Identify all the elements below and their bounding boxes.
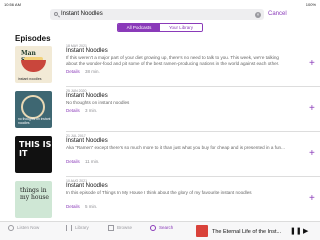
episode-description: If this weren't a major part of your die… [66, 55, 280, 66]
skip-forward-icon[interactable]: ▶ [303, 227, 308, 235]
ring-shape [21, 95, 45, 119]
artwork-text: no thoughts on instant noodles [18, 117, 51, 125]
tab-browse[interactable]: Browse [108, 225, 132, 231]
tab-bar: Listen Now Library Browse Search The Ete… [0, 221, 320, 240]
tab-search[interactable]: Search [150, 225, 173, 231]
battery-indicator: 100% [305, 2, 316, 7]
tab-label: Browse [117, 225, 133, 231]
scope-all-podcasts[interactable]: All Podcasts [118, 24, 160, 31]
episode-duration: 11 min. [85, 159, 100, 164]
episode-row[interactable]: THIS IS IT 21 JUL 2017 Instant Noodles A… [15, 132, 320, 177]
tab-label: Listen Now [17, 225, 40, 231]
artwork-text: THIS IS IT [19, 140, 52, 158]
episode-title: Instant Noodles [66, 48, 108, 54]
episode-artwork: THIS IS IT [15, 136, 52, 173]
episode-artwork: Man Seen instant noodles [15, 46, 52, 83]
add-episode-button[interactable]: + [309, 193, 315, 204]
now-playing-artwork[interactable] [196, 225, 208, 237]
episode-details-link[interactable]: Details [66, 108, 80, 113]
episode-details-link[interactable]: Details [66, 159, 80, 164]
add-episode-button[interactable]: + [309, 148, 315, 159]
add-episode-button[interactable]: + [309, 103, 315, 114]
episode-description: No thoughts on instant noodles [66, 100, 130, 105]
episode-title: Instant Noodles [66, 183, 108, 189]
search-icon [54, 12, 58, 16]
status-bar: 10:56 AM 100% [0, 0, 320, 9]
episode-row[interactable]: no thoughts on instant noodles 25 JUN 20… [15, 87, 320, 132]
grid-icon [108, 225, 114, 231]
episode-row[interactable]: things in my house 10 AUG 2021 Instant N… [15, 177, 320, 222]
episode-title: Instant Noodles [66, 93, 108, 99]
episode-duration: 38 min. [85, 69, 100, 74]
episode-description: Aka "Ramen" except there's so much more … [66, 145, 285, 150]
artwork-text: things in my house [20, 187, 49, 201]
tab-library[interactable]: Library [66, 225, 89, 231]
episode-duration: 5 min. [85, 204, 98, 209]
episode-details-link[interactable]: Details [66, 204, 80, 209]
bowl-shape [21, 60, 46, 72]
clear-search-icon[interactable]: × [255, 11, 261, 18]
episode-title: Instant Noodles [66, 138, 108, 144]
artwork-subtext: instant noodles [18, 77, 42, 81]
episode-row[interactable]: Man Seen instant noodles 18 MAY 2021 Ins… [15, 42, 320, 87]
pause-icon[interactable]: ❚❚ [290, 227, 302, 235]
library-icon [66, 225, 72, 231]
add-episode-button[interactable]: + [309, 58, 315, 69]
episode-description: In this episode of Things In My House I … [66, 190, 252, 195]
episode-artwork: things in my house [15, 181, 52, 218]
cancel-button[interactable]: Cancel [268, 11, 287, 17]
scope-segmented-control: All Podcasts Your Library [117, 23, 203, 32]
tab-label: Library [75, 225, 89, 231]
search-input[interactable]: Instant Noodles × [50, 9, 264, 20]
play-circle-icon [8, 225, 14, 231]
tab-listen-now[interactable]: Listen Now [8, 225, 39, 231]
episode-details-link[interactable]: Details [66, 69, 80, 74]
episode-duration: 3 min. [85, 108, 98, 113]
episode-artwork: no thoughts on instant noodles [15, 91, 52, 128]
search-query: Instant Noodles [61, 11, 103, 17]
scope-your-library[interactable]: Your Library [160, 24, 202, 31]
status-time: 10:56 AM [4, 2, 21, 7]
search-icon [150, 225, 156, 231]
tab-label: Search [159, 225, 174, 231]
now-playing-title[interactable]: The Eternal Life of the Inst... [212, 229, 281, 235]
